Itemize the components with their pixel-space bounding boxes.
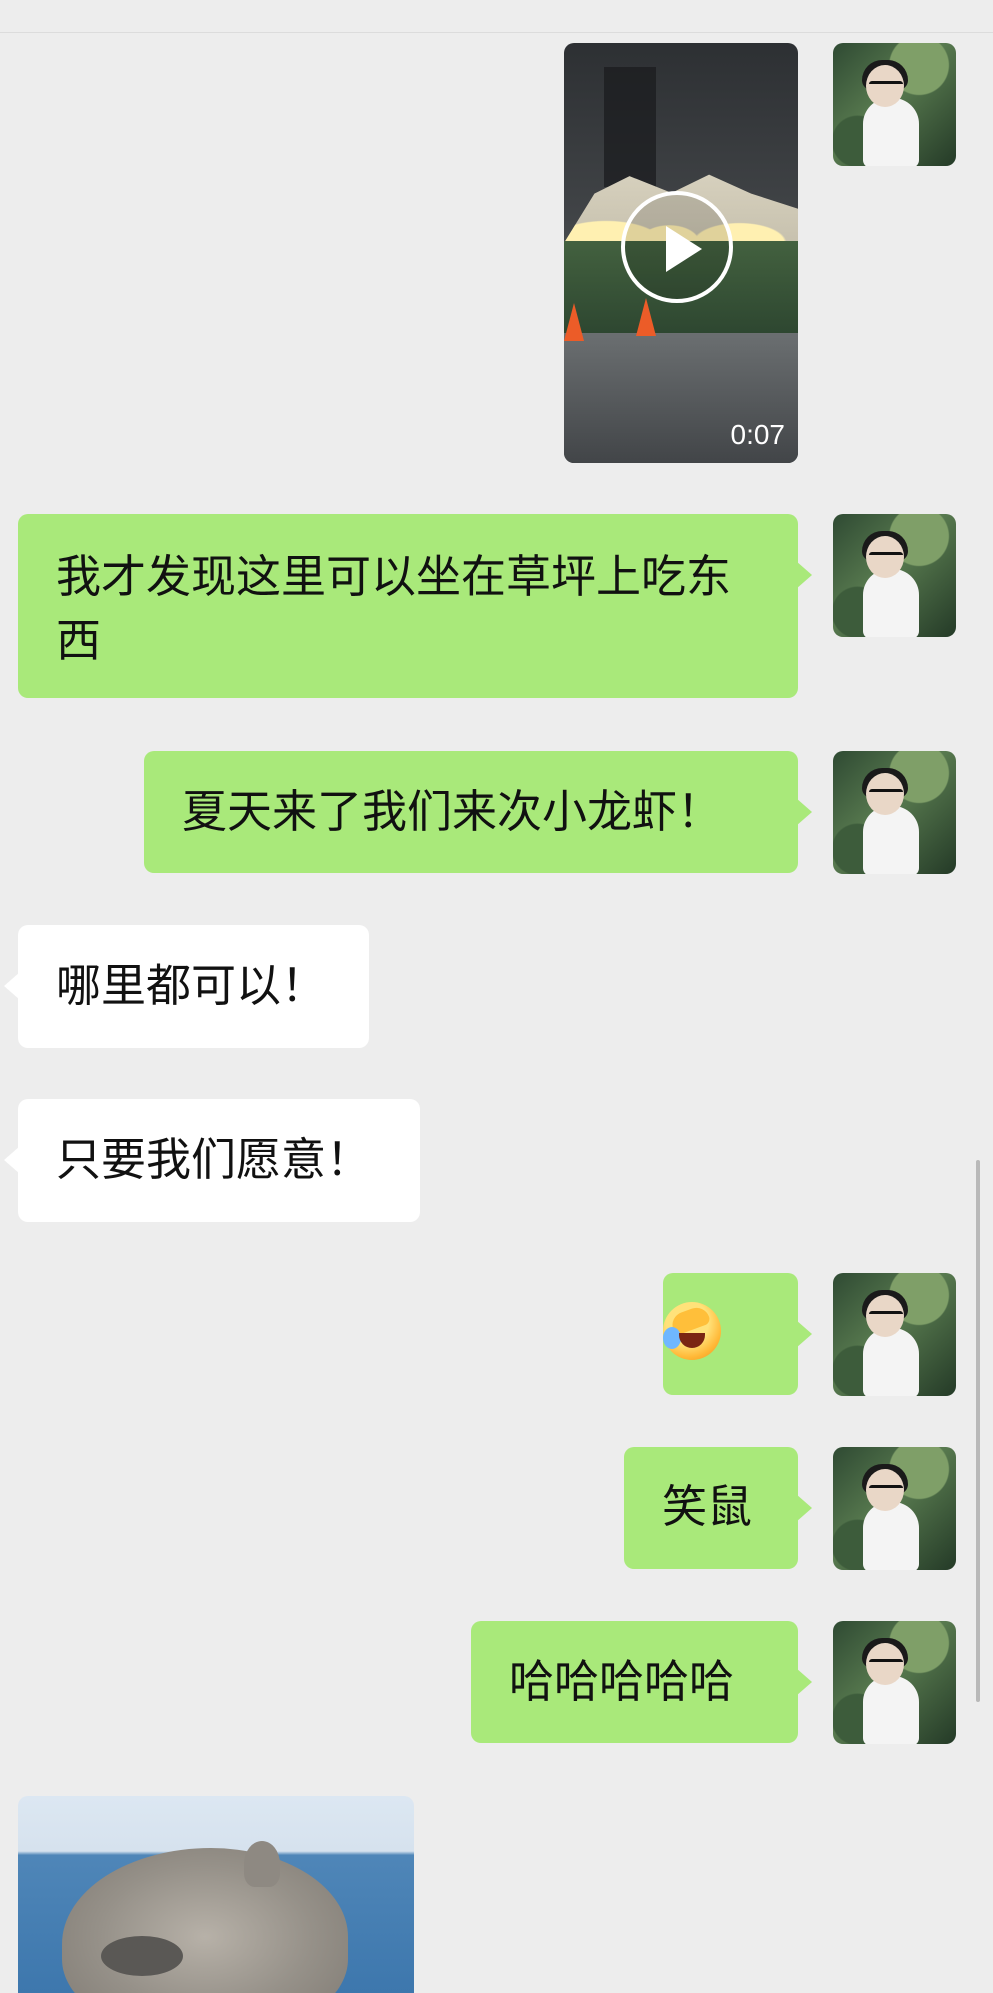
play-icon bbox=[666, 226, 702, 272]
chat-bubble-outgoing[interactable]: 哈哈哈哈哈 bbox=[471, 1621, 812, 1743]
otter-eye bbox=[101, 1936, 183, 1976]
message-text: 笑鼠 bbox=[662, 1480, 753, 1533]
message-text: 哪里都可以！ bbox=[56, 959, 327, 1012]
avatar[interactable] bbox=[833, 514, 956, 637]
video-duration: 0:07 bbox=[730, 419, 786, 450]
avatar[interactable] bbox=[833, 1447, 956, 1570]
message-text: 我才发现这里可以坐在草坪上吃东西 bbox=[56, 550, 732, 667]
message-text: 夏天来了我们来次小龙虾！ bbox=[182, 785, 723, 838]
message-text: 哈哈哈哈哈 bbox=[509, 1655, 735, 1708]
video-thumbnail-building bbox=[604, 67, 656, 187]
incoming-image-message[interactable] bbox=[18, 1796, 414, 1993]
chat-bubble-outgoing[interactable]: 我才发现这里可以坐在草坪上吃东西 bbox=[18, 514, 812, 698]
avatar[interactable] bbox=[833, 1621, 956, 1744]
avatar[interactable] bbox=[833, 1273, 956, 1396]
face-holding-back-tears-emoji bbox=[663, 1302, 721, 1360]
chat-bubble-incoming[interactable]: 只要我们愿意！ bbox=[4, 1099, 420, 1222]
chat-bubble-outgoing[interactable]: 夏天来了我们来次小龙虾！ bbox=[144, 751, 812, 873]
chat-bubble-outgoing[interactable]: 笑鼠 bbox=[624, 1447, 812, 1569]
avatar[interactable] bbox=[833, 43, 956, 166]
play-button[interactable] bbox=[621, 191, 733, 303]
chat-top-border bbox=[0, 0, 993, 33]
chat-bubble-incoming[interactable]: 哪里都可以！ bbox=[4, 925, 369, 1048]
traffic-cone-icon bbox=[564, 303, 584, 341]
otter-image bbox=[62, 1848, 348, 1993]
traffic-cone-icon bbox=[636, 298, 656, 336]
video-message[interactable]: 0:07 bbox=[564, 43, 798, 463]
scrollbar[interactable] bbox=[976, 1160, 980, 1702]
message-text: 只要我们愿意！ bbox=[56, 1133, 372, 1186]
otter-ear bbox=[244, 1841, 280, 1887]
avatar[interactable] bbox=[833, 751, 956, 874]
